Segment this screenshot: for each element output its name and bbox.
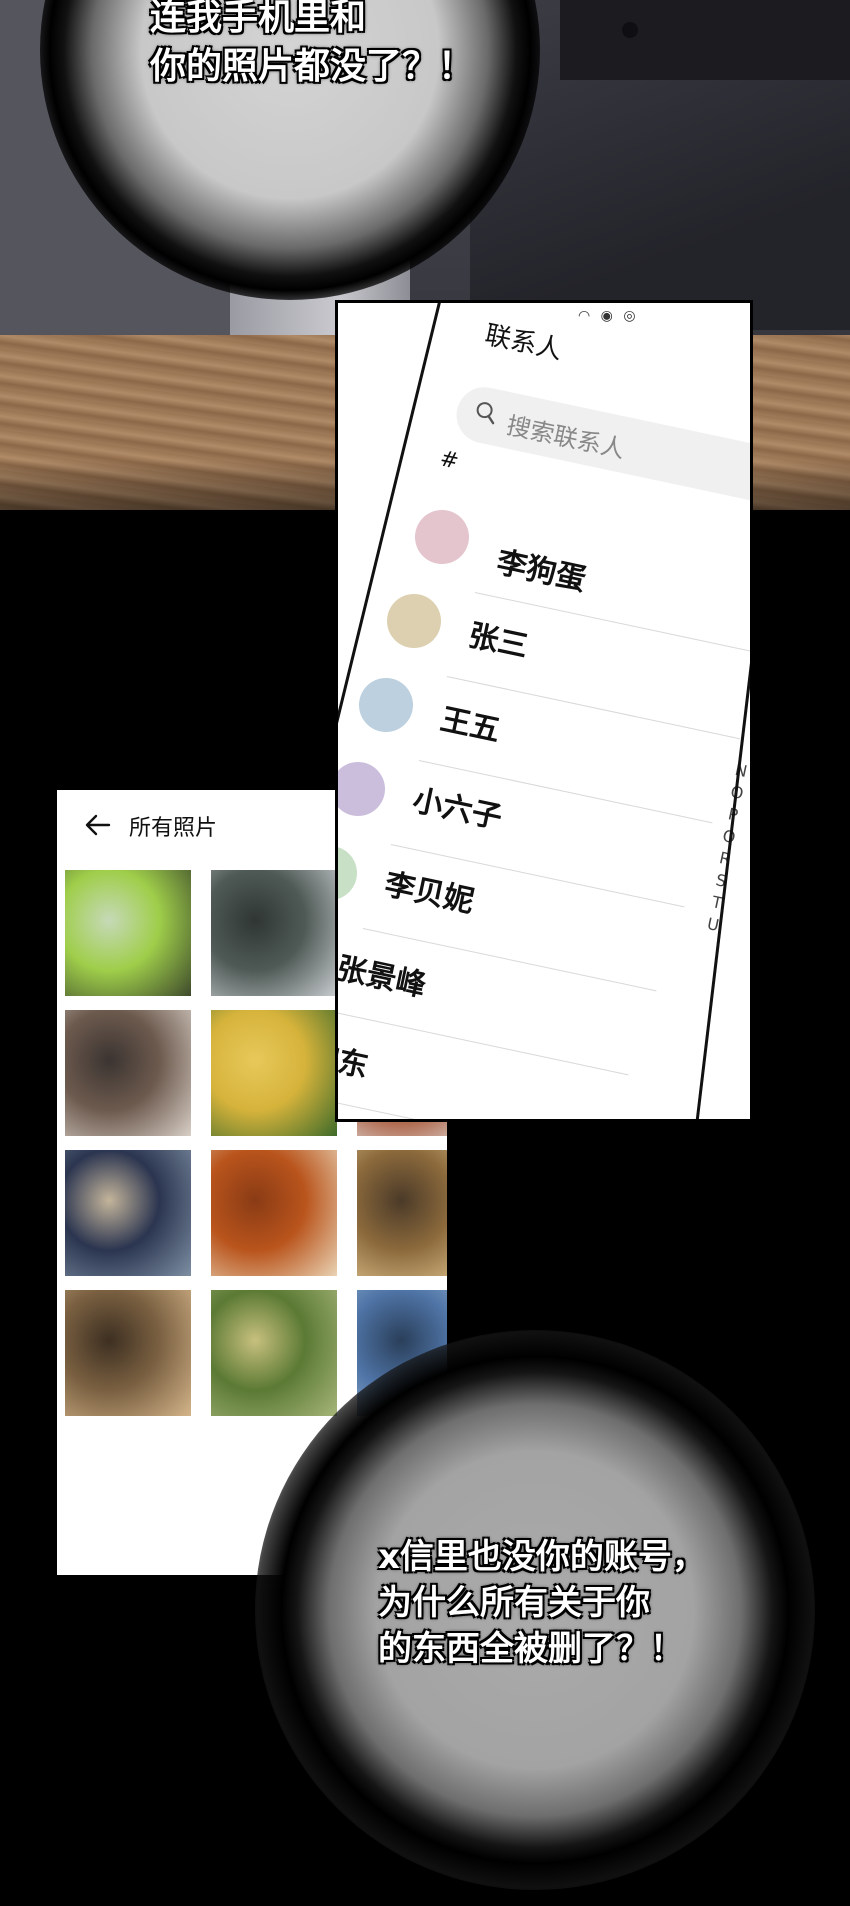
alphabet-letter[interactable]: P [723,803,743,828]
photo-thumbnail[interactable] [65,1010,191,1136]
photo-thumbnail[interactable] [65,1290,191,1416]
speech-line: 连我手机里和 [150,0,367,38]
contact-avatar[interactable] [335,762,385,816]
speech-line: 你的照片都没了？！ [150,45,475,87]
search-placeholder: 搜索联系人 [504,411,628,464]
contact-name[interactable]: 宇东 [335,1030,373,1086]
alphabet-letter[interactable]: S [711,869,731,894]
section-header: # [437,446,461,475]
alphabet-letter[interactable]: Q [719,825,739,850]
alphabet-letter[interactable]: U [703,913,723,938]
contact-name[interactable]: 李狗蛋 [493,537,590,599]
photo-thumbnail[interactable] [65,1150,191,1276]
alphabet-letter[interactable]: T [707,891,727,916]
photo-thumbnail[interactable] [211,1290,337,1416]
contact-avatar[interactable] [387,594,441,648]
alphabet-letter[interactable]: N [731,759,751,784]
speech-line: 为什么所有关于你 [378,1582,650,1623]
search-icon [476,402,495,425]
contact-name[interactable]: 张景峰 [335,943,431,1005]
contact-name[interactable]: 李贝妮 [381,859,478,921]
speech-text-bottom: x信里也没你的账号， 为什么所有关于你 的东西全被删了？！ [378,1535,706,1673]
status-bar-icons: ◠ ◉ ◎ [578,308,639,324]
contacts-title: 联系人 [482,320,565,366]
contacts-content: ◠ ◉ ◎ 联系人 搜索联系人 # 李狗蛋张三王五小六子李贝妮张景峰宇东 NOP… [335,300,753,1122]
alphabet-letter[interactable]: R [715,847,735,872]
contact-avatar[interactable] [359,678,413,732]
speech-text-top: 连我手机里和 你的照片都没了？！ [150,0,474,91]
gallery-title: 所有照片 [129,816,218,841]
contact-name[interactable]: 小六子 [409,775,506,837]
contacts-screen: ◠ ◉ ◎ 联系人 搜索联系人 # 李狗蛋张三王五小六子李贝妮张景峰宇东 NOP… [335,300,753,1122]
arrow-left-icon[interactable] [85,812,111,838]
coat-button [622,22,638,38]
comic-page: 连我手机里和 你的照片都没了？！ 所有照片 ◠ ◉ ◎ 联系人 搜索联系人 # … [0,0,850,1906]
coat-collar [560,0,850,80]
contact-name[interactable]: 张三 [465,610,533,666]
contact-search-input[interactable]: 搜索联系人 [451,382,753,508]
contact-avatar[interactable] [335,846,357,900]
photo-thumbnail[interactable] [357,1150,447,1276]
contact-divider [335,1012,629,1076]
photo-thumbnail[interactable] [65,870,191,996]
speech-line: x信里也没你的账号， [378,1537,706,1577]
photo-thumbnail[interactable] [211,870,337,996]
contact-divider [335,1096,601,1122]
speech-line: 的东西全被删了？！ [378,1628,684,1669]
photo-thumbnail[interactable] [211,1010,337,1136]
contact-avatar[interactable] [415,510,469,564]
alphabet-letter[interactable]: O [727,781,747,806]
photo-thumbnail[interactable] [211,1150,337,1276]
contact-name[interactable]: 王五 [437,694,505,750]
